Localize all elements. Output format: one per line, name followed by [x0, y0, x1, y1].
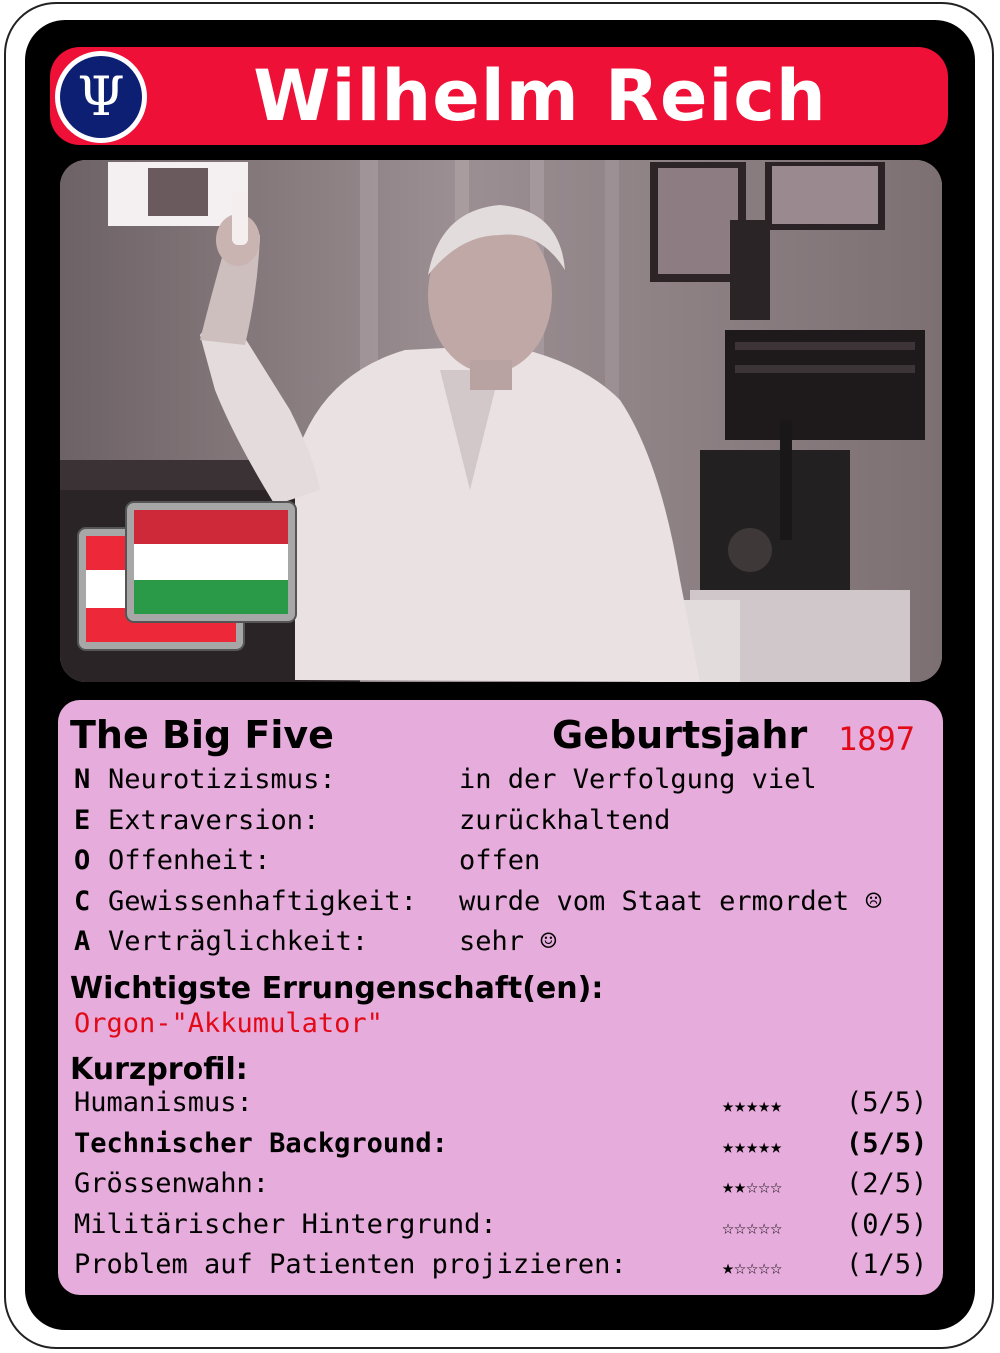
- trait-label: Verträglichkeit:: [108, 926, 369, 958]
- achievement-heading: Wichtigste Errungenschaft(en):: [70, 971, 604, 1006]
- flags-group: [77, 501, 297, 651]
- profile-label: Grössenwahn:: [74, 1168, 270, 1199]
- profile-label: Militärischer Hintergrund:: [74, 1208, 497, 1240]
- star-rating-icon: ★★★★★: [722, 1093, 783, 1117]
- profile-label: Problem auf Patienten projizieren:: [74, 1249, 627, 1280]
- trait-label: Offenheit:: [108, 845, 271, 877]
- profile-label: Technischer Background:: [74, 1127, 448, 1159]
- trait-value: offen: [459, 845, 541, 877]
- logo: Ψ: [55, 51, 147, 143]
- profile-score: (0/5): [846, 1208, 928, 1240]
- profile-score: (1/5): [846, 1249, 928, 1280]
- card-title: Wilhelm Reich: [253, 55, 827, 137]
- profile-score: (2/5): [846, 1168, 928, 1199]
- trait-value: in der Verfolgung viel: [459, 764, 817, 795]
- profile-score: (5/5): [846, 1127, 928, 1159]
- big-five-heading: The Big Five: [70, 713, 334, 757]
- birth-year-value: 1897: [838, 720, 916, 758]
- trait-value: wurde vom Staat ermordet ☹: [459, 885, 882, 917]
- hungary-flag-icon: [125, 501, 297, 623]
- star-rating-icon: ★★☆☆☆: [722, 1174, 783, 1198]
- trait-value: zurückhaltend: [459, 804, 671, 836]
- trait-letter: O: [74, 845, 91, 877]
- trait-label: Extraversion:: [108, 804, 320, 836]
- star-rating-icon: ★☆☆☆☆: [722, 1255, 783, 1279]
- profile-heading: Kurzprofil:: [70, 1052, 248, 1087]
- profile-score: (5/5): [846, 1087, 928, 1118]
- trait-value: sehr ☺: [459, 926, 557, 958]
- trait-label: Gewissenhaftigkeit:: [108, 885, 417, 917]
- trait-letter: C: [74, 885, 91, 917]
- birth-year-label: Geburtsjahr: [552, 713, 808, 757]
- achievement-value: Orgon-"Akkumulator": [74, 1008, 383, 1039]
- trait-letter: N: [74, 764, 91, 795]
- trait-letter: E: [74, 804, 91, 836]
- psi-icon: Ψ: [60, 56, 142, 138]
- profile-label: Humanismus:: [74, 1087, 253, 1118]
- trait-label: Neurotizismus:: [108, 764, 336, 795]
- star-rating-icon: ★★★★★: [722, 1133, 783, 1158]
- trait-letter: A: [74, 926, 91, 958]
- star-rating-icon: ☆☆☆☆☆: [722, 1214, 783, 1239]
